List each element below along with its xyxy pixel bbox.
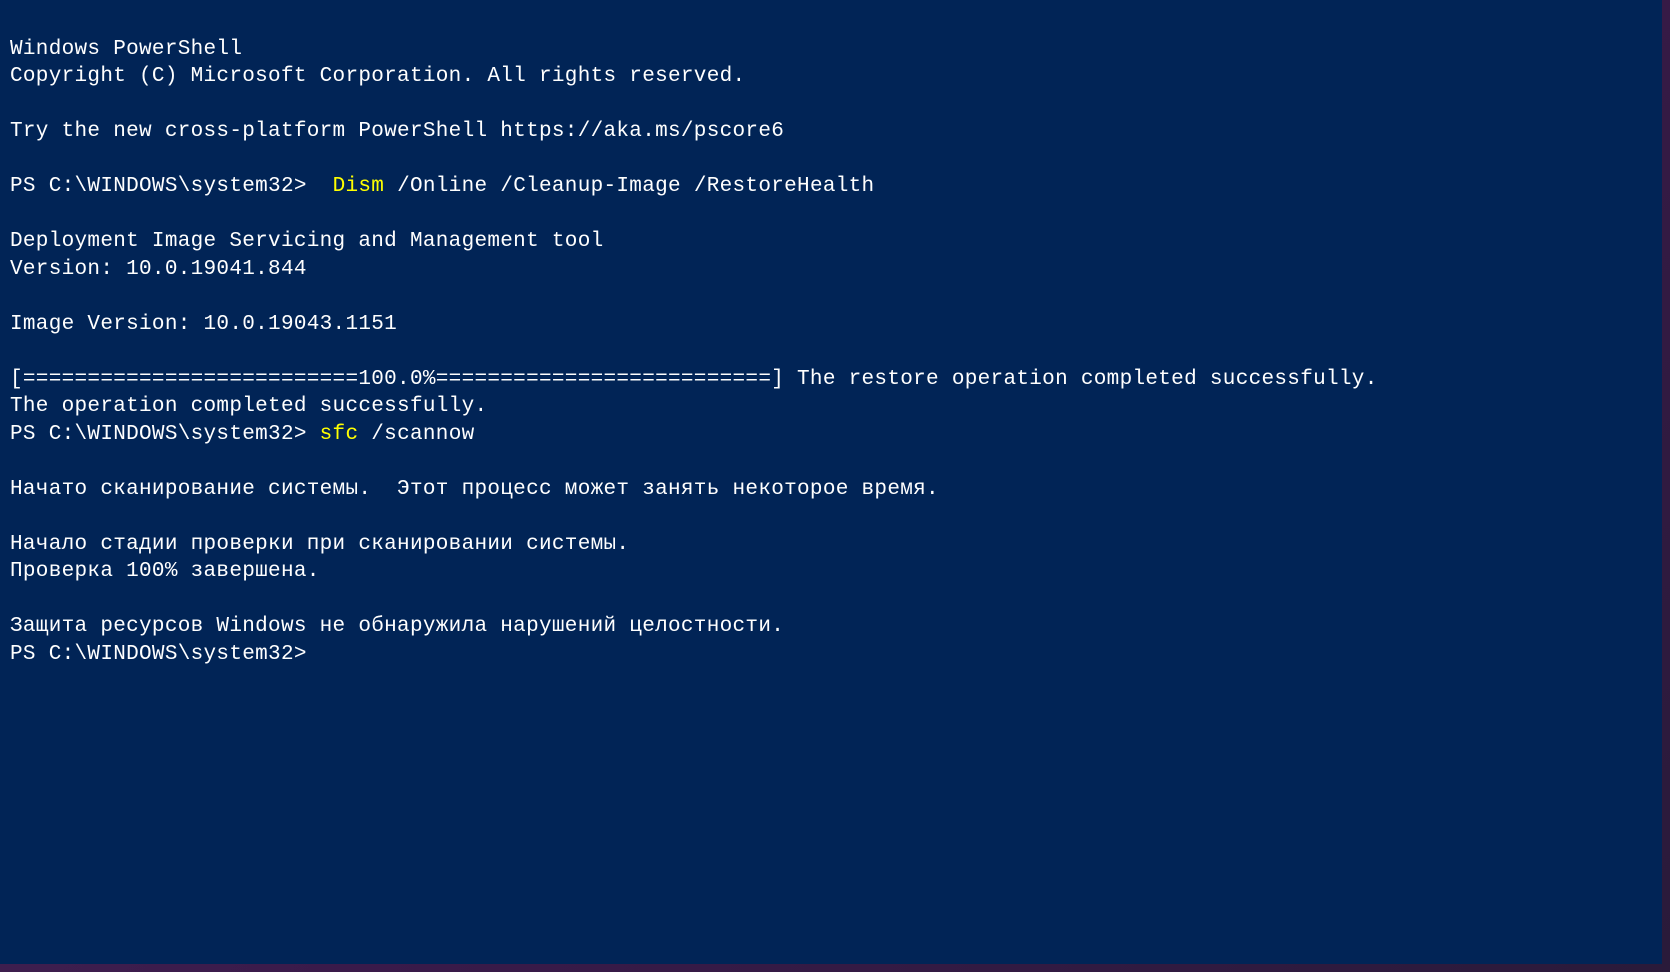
dism-command: Dism bbox=[333, 175, 385, 198]
blank-line bbox=[10, 146, 1652, 174]
sfc-args: /scannow bbox=[358, 423, 474, 446]
scan-started-text: Начато сканирование системы. Этот процес… bbox=[10, 478, 939, 501]
blank-line bbox=[10, 201, 1652, 229]
scan-stage-text: Начало стадии проверки при сканировании … bbox=[10, 533, 629, 556]
prompt-1-prefix: PS C:\WINDOWS\system32> bbox=[10, 175, 333, 198]
blank-line bbox=[10, 586, 1652, 614]
dism-args: /Online /Cleanup-Image /RestoreHealth bbox=[384, 175, 874, 198]
powershell-terminal[interactable]: Windows PowerShell Copyright (C) Microso… bbox=[0, 0, 1662, 964]
blank-line bbox=[10, 283, 1652, 311]
header-line-1: Windows PowerShell bbox=[10, 38, 242, 61]
header-line-2: Copyright (C) Microsoft Corporation. All… bbox=[10, 65, 745, 88]
blank-line bbox=[10, 448, 1652, 476]
prompt-2-prefix: PS C:\WINDOWS\system32> bbox=[10, 423, 320, 446]
scan-result-text: Защита ресурсов Windows не обнаружила на… bbox=[10, 615, 784, 638]
sfc-command: sfc bbox=[320, 423, 359, 446]
try-pscore-line: Try the new cross-platform PowerShell ht… bbox=[10, 120, 784, 143]
blank-line bbox=[10, 338, 1652, 366]
blank-line bbox=[10, 503, 1652, 531]
operation-success: The operation completed successfully. bbox=[10, 395, 487, 418]
image-version: Image Version: 10.0.19043.1151 bbox=[10, 313, 397, 336]
blank-line bbox=[10, 91, 1652, 119]
scan-progress-text: Проверка 100% завершена. bbox=[10, 560, 320, 583]
prompt-3: PS C:\WINDOWS\system32> bbox=[10, 643, 307, 666]
dism-version: Version: 10.0.19041.844 bbox=[10, 258, 307, 281]
progress-bar-line: [==========================100.0%=======… bbox=[10, 368, 1378, 391]
dism-tool-label: Deployment Image Servicing and Managemen… bbox=[10, 230, 604, 253]
